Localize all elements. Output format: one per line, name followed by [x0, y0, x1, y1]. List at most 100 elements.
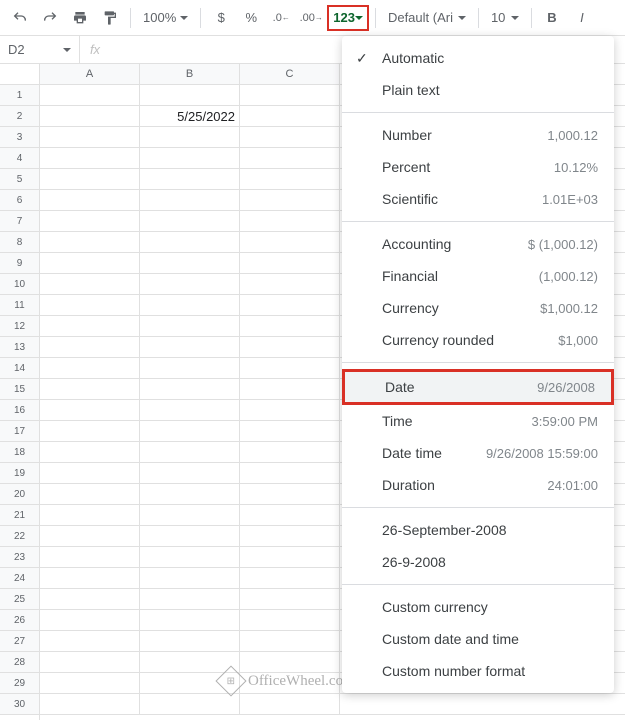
row-header[interactable]: 15 — [0, 379, 39, 400]
cell[interactable] — [240, 127, 340, 147]
decrease-decimal-button[interactable]: .0← — [267, 5, 295, 31]
cell[interactable] — [140, 295, 240, 315]
cell[interactable] — [240, 274, 340, 294]
cell[interactable] — [140, 673, 240, 693]
menu-item-custom-number[interactable]: Custom number format — [342, 655, 614, 687]
cell[interactable] — [40, 379, 140, 399]
row-header[interactable]: 21 — [0, 505, 39, 526]
cell[interactable] — [40, 211, 140, 231]
cell[interactable] — [140, 400, 240, 420]
menu-item-time[interactable]: Time3:59:00 PM — [342, 405, 614, 437]
cell[interactable] — [240, 526, 340, 546]
cell[interactable] — [240, 85, 340, 105]
cell[interactable] — [240, 652, 340, 672]
more-formats-button[interactable]: 123 — [327, 5, 369, 31]
cell[interactable] — [140, 190, 240, 210]
row-header[interactable]: 20 — [0, 484, 39, 505]
cell[interactable]: 5/25/2022 — [140, 106, 240, 126]
increase-decimal-button[interactable]: .00→ — [297, 5, 325, 31]
menu-item-scientific[interactable]: Scientific1.01E+03 — [342, 183, 614, 215]
cell[interactable] — [40, 589, 140, 609]
menu-item-percent[interactable]: Percent10.12% — [342, 151, 614, 183]
menu-item-duration[interactable]: Duration24:01:00 — [342, 469, 614, 501]
cell[interactable] — [40, 127, 140, 147]
row-header[interactable]: 8 — [0, 232, 39, 253]
row-header[interactable]: 24 — [0, 568, 39, 589]
row-header[interactable]: 14 — [0, 358, 39, 379]
row-header[interactable]: 4 — [0, 148, 39, 169]
cell[interactable] — [140, 85, 240, 105]
cell[interactable] — [40, 253, 140, 273]
row-header[interactable]: 6 — [0, 190, 39, 211]
cell[interactable] — [40, 694, 140, 714]
cell[interactable] — [140, 631, 240, 651]
cell[interactable] — [140, 253, 240, 273]
cell[interactable] — [240, 148, 340, 168]
cell[interactable] — [240, 169, 340, 189]
menu-item-plain-text[interactable]: Plain text — [342, 74, 614, 106]
cell[interactable] — [40, 85, 140, 105]
cell[interactable] — [240, 379, 340, 399]
cell[interactable] — [240, 694, 340, 714]
cell[interactable] — [40, 526, 140, 546]
cell[interactable] — [140, 232, 240, 252]
cell[interactable] — [140, 337, 240, 357]
row-header[interactable]: 5 — [0, 169, 39, 190]
row-header[interactable]: 10 — [0, 274, 39, 295]
menu-item-financial[interactable]: Financial(1,000.12) — [342, 260, 614, 292]
cell[interactable] — [240, 610, 340, 630]
cell[interactable] — [40, 463, 140, 483]
cell[interactable] — [140, 379, 240, 399]
italic-button[interactable]: I — [568, 5, 596, 31]
column-header[interactable]: C — [240, 64, 340, 84]
cell[interactable] — [40, 568, 140, 588]
cell[interactable] — [40, 106, 140, 126]
cell[interactable] — [240, 589, 340, 609]
cell[interactable] — [240, 211, 340, 231]
cell[interactable] — [240, 232, 340, 252]
menu-item-date[interactable]: Date9/26/2008 — [342, 369, 614, 405]
cell[interactable] — [40, 190, 140, 210]
cell[interactable] — [40, 631, 140, 651]
undo-button[interactable] — [6, 5, 34, 31]
cell[interactable] — [240, 190, 340, 210]
menu-item-custom-datetime[interactable]: Custom date and time — [342, 623, 614, 655]
cell[interactable] — [140, 211, 240, 231]
row-header[interactable]: 3 — [0, 127, 39, 148]
cell[interactable] — [40, 169, 140, 189]
row-header[interactable]: 27 — [0, 631, 39, 652]
row-header[interactable]: 30 — [0, 694, 39, 715]
menu-item-currency[interactable]: Currency$1,000.12 — [342, 292, 614, 324]
row-header[interactable]: 16 — [0, 400, 39, 421]
cell[interactable] — [40, 442, 140, 462]
cell[interactable] — [40, 337, 140, 357]
cell[interactable] — [240, 295, 340, 315]
cell[interactable] — [140, 169, 240, 189]
cell[interactable] — [140, 652, 240, 672]
cell[interactable] — [40, 148, 140, 168]
cell[interactable] — [140, 274, 240, 294]
cell[interactable] — [240, 253, 340, 273]
cell[interactable] — [240, 568, 340, 588]
cell[interactable] — [140, 568, 240, 588]
cell[interactable] — [140, 547, 240, 567]
cell[interactable] — [140, 505, 240, 525]
cell[interactable] — [40, 274, 140, 294]
name-box[interactable]: D2 — [0, 36, 80, 63]
cell[interactable] — [140, 463, 240, 483]
cell[interactable] — [140, 526, 240, 546]
row-header[interactable]: 29 — [0, 673, 39, 694]
cell[interactable] — [240, 442, 340, 462]
cell[interactable] — [140, 484, 240, 504]
font-dropdown[interactable]: Default (Ari... — [382, 5, 472, 31]
bold-button[interactable]: B — [538, 5, 566, 31]
cell[interactable] — [240, 316, 340, 336]
row-header[interactable]: 23 — [0, 547, 39, 568]
menu-item-datetime[interactable]: Date time9/26/2008 15:59:00 — [342, 437, 614, 469]
row-header[interactable]: 11 — [0, 295, 39, 316]
cell[interactable] — [240, 106, 340, 126]
select-all-corner[interactable] — [0, 64, 39, 85]
cell[interactable] — [40, 673, 140, 693]
cell[interactable] — [240, 505, 340, 525]
row-header[interactable]: 2 — [0, 106, 39, 127]
